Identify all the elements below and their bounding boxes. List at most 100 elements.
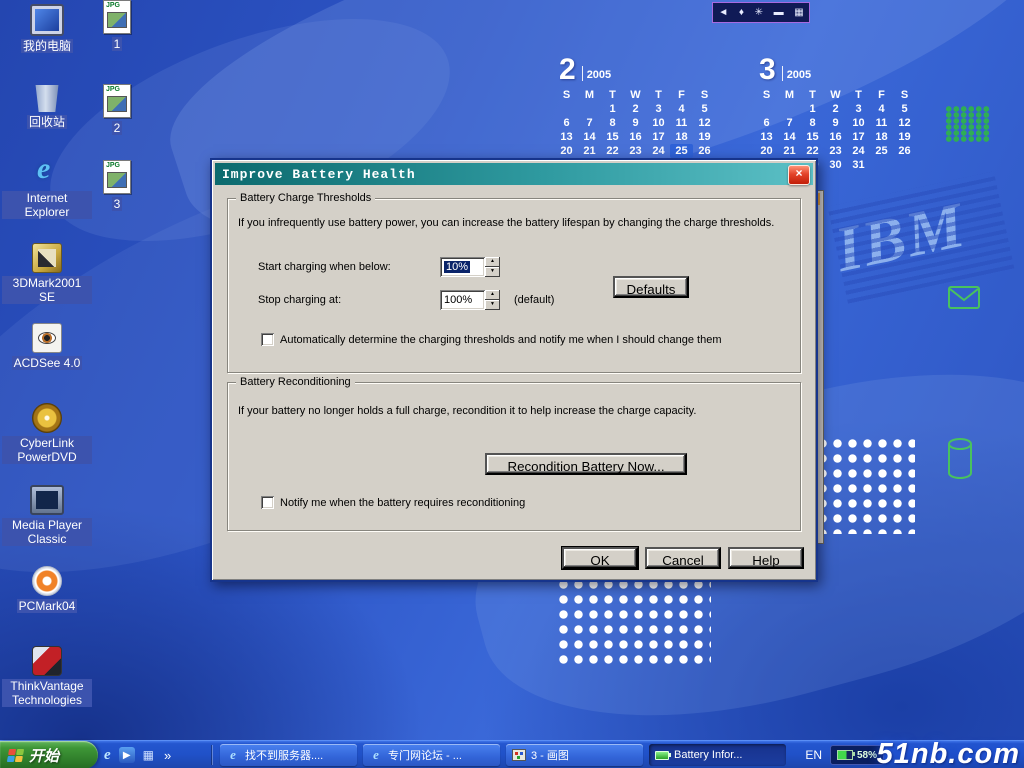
calendar-day[interactable]: 7 [578, 116, 601, 130]
spin-up-button[interactable]: ▲ [485, 257, 500, 267]
calendar-day[interactable]: 2 [624, 102, 647, 116]
notify-reconditioning-checkbox[interactable]: Notify me when the battery requires reco… [261, 496, 525, 509]
calendar-day[interactable]: 3 [647, 102, 670, 116]
desktop-icon-internet-explorer[interactable]: Internet Explorer [2, 158, 92, 219]
calendar-day[interactable]: 15 [801, 130, 824, 144]
calendar-day[interactable]: 30 [824, 158, 847, 172]
calendar-day[interactable]: 25 [870, 144, 893, 158]
calendar-day[interactable]: 20 [555, 144, 578, 158]
taskbar-task[interactable]: 3 - 画图 [506, 744, 643, 766]
calendar-day[interactable]: 9 [624, 116, 647, 130]
taskbar-task[interactable]: Battery Infor... [649, 744, 786, 766]
calendar-day[interactable]: 14 [778, 130, 801, 144]
checkbox-box[interactable] [261, 496, 274, 509]
desktop-icon-powerdvd[interactable]: CyberLink PowerDVD [2, 403, 92, 464]
calendar-day[interactable]: 16 [824, 130, 847, 144]
calendar-day[interactable]: 11 [870, 116, 893, 130]
calendar-day[interactable]: 24 [847, 144, 870, 158]
battery-status-icon[interactable]: ♦ [739, 8, 744, 18]
taskbar-task[interactable]: e专门网论坛 - ... [363, 744, 500, 766]
desktop-file[interactable]: JPG1 [82, 0, 152, 51]
status-toolbar[interactable]: ◄ ♦ ✳ ▬ ▦ [712, 2, 810, 23]
calendar-day[interactable]: 11 [670, 116, 693, 130]
calendar-day[interactable]: 15 [601, 130, 624, 144]
desktop-icon-acdsee[interactable]: ACDSee 4.0 [2, 323, 92, 370]
calendar-day[interactable]: 19 [893, 130, 916, 144]
calendar-day[interactable]: 13 [755, 130, 778, 144]
speaker-icon[interactable]: ◄ [718, 8, 728, 18]
desktop-icon-3dmark2001[interactable]: 3DMark2001 SE [2, 243, 92, 304]
calendar-day[interactable]: 22 [801, 144, 824, 158]
start-charging-spinner[interactable]: 10% ▲ ▼ [440, 257, 500, 277]
spin-up-button[interactable]: ▲ [485, 290, 500, 300]
calendar-day[interactable]: 13 [555, 130, 578, 144]
calendar-day[interactable]: 25 [670, 144, 693, 158]
internet-explorer-icon[interactable]: e [104, 747, 111, 764]
calendar-day[interactable]: 8 [601, 116, 624, 130]
calendar-day[interactable]: 10 [647, 116, 670, 130]
calendar-day[interactable]: 21 [778, 144, 801, 158]
desktop-file[interactable]: JPG3 [82, 160, 152, 211]
calendar-day[interactable]: 21 [578, 144, 601, 158]
language-indicator[interactable]: EN [805, 748, 822, 762]
desktop-icon-thinkvantage[interactable]: ThinkVantage Technologies [2, 646, 92, 707]
calendar-day[interactable]: 18 [670, 130, 693, 144]
brightness-icon[interactable]: ✳ [755, 8, 763, 18]
auto-thresholds-checkbox[interactable]: Automatically determine the charging thr… [261, 333, 721, 346]
calendar-day[interactable]: 6 [555, 116, 578, 130]
calendar-day[interactable]: 18 [870, 130, 893, 144]
calendar-day[interactable]: 7 [778, 116, 801, 130]
calendar-day[interactable]: 5 [893, 102, 916, 116]
stop-charging-spinner[interactable]: 100% ▲ ▼ [440, 290, 500, 310]
help-button[interactable]: Help [728, 547, 804, 569]
spin-down-button[interactable]: ▼ [485, 300, 500, 310]
recondition-battery-now-button[interactable]: Recondition Battery Now... [485, 453, 687, 475]
start-button[interactable]: 开始 [0, 741, 98, 768]
calendar-day[interactable]: 16 [624, 130, 647, 144]
calendar-day[interactable]: 4 [670, 102, 693, 116]
desktop-icon-recycle-bin[interactable]: 回收站 [2, 82, 92, 129]
calendar-day[interactable]: 17 [647, 130, 670, 144]
calendar-day[interactable]: 22 [601, 144, 624, 158]
calendar-day[interactable]: 14 [578, 130, 601, 144]
calendar-day[interactable]: 26 [693, 144, 716, 158]
calendar-day[interactable]: 10 [847, 116, 870, 130]
taskbar-task[interactable]: e找不到服务器.... [220, 744, 357, 766]
chevron-icon[interactable]: » [164, 748, 171, 763]
calendar-day[interactable]: 12 [693, 116, 716, 130]
close-button[interactable]: × [788, 165, 810, 185]
media-player-icon[interactable]: ▶ [119, 747, 135, 763]
calendar-day[interactable]: 12 [893, 116, 916, 130]
calendar-day[interactable]: 24 [647, 144, 670, 158]
calendar-day[interactable]: 5 [693, 102, 716, 116]
start-charging-field[interactable]: 10% [440, 257, 485, 277]
calendar-day[interactable]: 26 [893, 144, 916, 158]
desktop-icon-my-computer[interactable]: 我的电脑 [2, 4, 92, 53]
spin-down-button[interactable]: ▼ [485, 267, 500, 277]
checkbox-box[interactable] [261, 333, 274, 346]
stop-charging-field[interactable]: 100% [440, 290, 485, 310]
ok-button[interactable]: OK [562, 547, 638, 569]
calendar-day[interactable]: 23 [824, 144, 847, 158]
dialog-titlebar[interactable]: Improve Battery Health × [215, 163, 813, 185]
calendar-day[interactable]: 19 [693, 130, 716, 144]
calendar-day[interactable]: 3 [847, 102, 870, 116]
defaults-button[interactable]: Defaults [613, 276, 689, 298]
calendar-day[interactable]: 23 [624, 144, 647, 158]
display-icon[interactable]: ▬ [774, 8, 784, 18]
calendar-day[interactable]: 31 [847, 158, 870, 172]
desktop-file[interactable]: JPG2 [82, 84, 152, 135]
calendar-day[interactable]: 4 [870, 102, 893, 116]
cancel-button[interactable]: Cancel [645, 547, 721, 569]
show-desktop-icon[interactable]: ▦ [143, 748, 154, 762]
calendar-day[interactable]: 1 [601, 102, 624, 116]
calendar-day[interactable]: 2 [824, 102, 847, 116]
calendar-day[interactable]: 6 [755, 116, 778, 130]
keyboard-icon[interactable]: ▦ [794, 8, 803, 18]
desktop-icon-media-player-classic[interactable]: Media Player Classic [2, 485, 92, 546]
desktop-icon-pcmark04[interactable]: PCMark04 [2, 566, 92, 613]
calendar-day[interactable]: 17 [847, 130, 870, 144]
calendar-day[interactable]: 1 [801, 102, 824, 116]
calendar-day[interactable]: 20 [755, 144, 778, 158]
calendar-day[interactable]: 9 [824, 116, 847, 130]
